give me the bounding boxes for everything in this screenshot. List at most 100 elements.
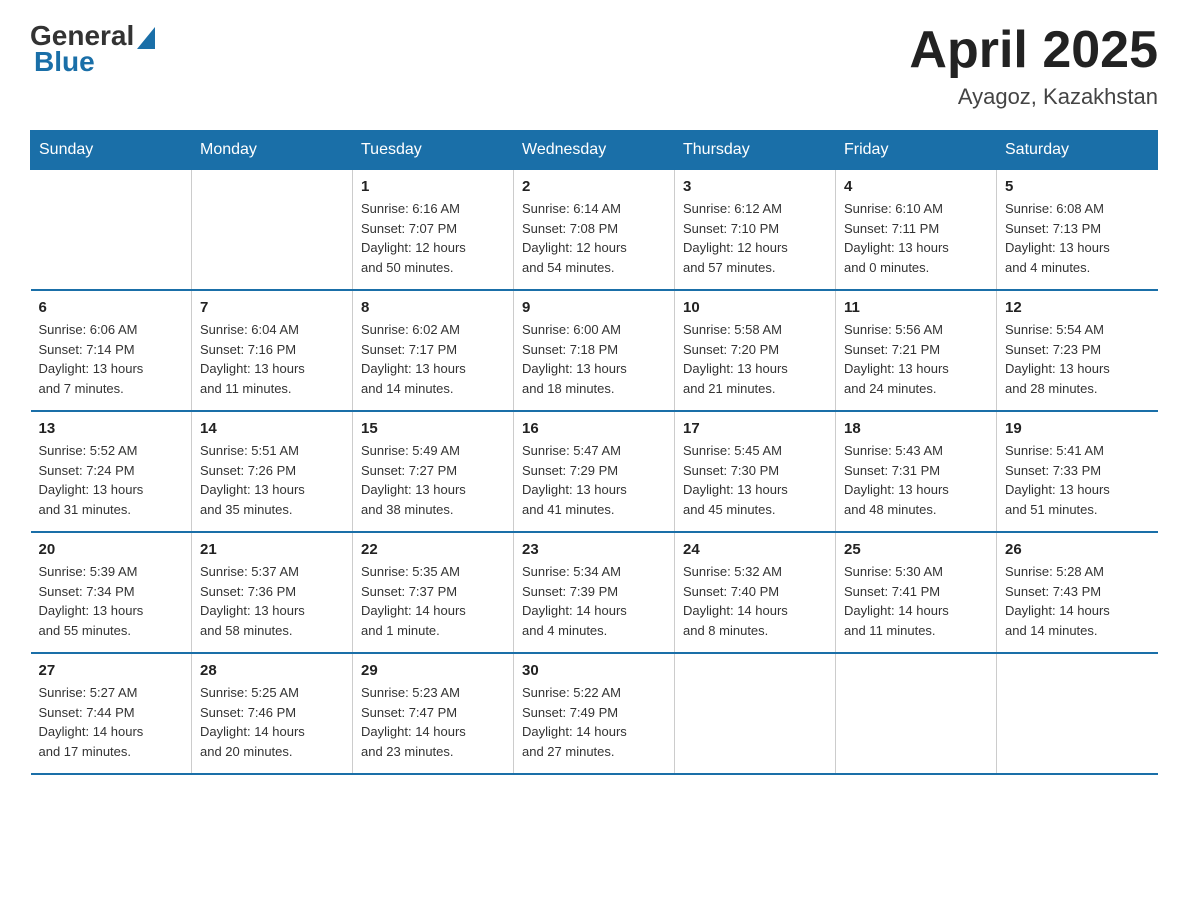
title-block: April 2025 Ayagoz, Kazakhstan <box>909 20 1158 110</box>
day-number: 4 <box>844 178 988 195</box>
day-info: Sunrise: 6:08 AM Sunset: 7:13 PM Dayligh… <box>1005 199 1150 277</box>
calendar-cell <box>192 170 353 291</box>
calendar-cell: 1 Sunrise: 6:16 AM Sunset: 7:07 PM Daylig… <box>353 170 514 291</box>
day-number: 2 <box>522 178 666 195</box>
day-info: Sunrise: 5:54 AM Sunset: 7:23 PM Dayligh… <box>1005 320 1150 398</box>
calendar-week-row: 27 Sunrise: 5:27 AM Sunset: 7:44 PM Dayli… <box>31 653 1158 774</box>
day-info: Sunrise: 5:45 AM Sunset: 7:30 PM Dayligh… <box>683 441 827 519</box>
page-header: General Blue April 2025 Ayagoz, Kazakhst… <box>30 20 1158 110</box>
calendar-cell: 5Sunrise: 6:08 AM Sunset: 7:13 PM Daylig… <box>997 170 1158 291</box>
day-number: 7 <box>200 299 344 316</box>
calendar-cell: 26 Sunrise: 5:28 AM Sunset: 7:43 PM Dayli… <box>997 532 1158 653</box>
calendar-cell: 7 Sunrise: 6:04 AM Sunset: 7:16 PM Daylig… <box>192 290 353 411</box>
calendar-cell: 6 Sunrise: 6:06 AM Sunset: 7:14 PM Daylig… <box>31 290 192 411</box>
day-number: 10 <box>683 299 827 316</box>
day-number: 13 <box>39 420 184 437</box>
day-number: 18 <box>844 420 988 437</box>
day-number: 23 <box>522 541 666 558</box>
calendar-cell: 27 Sunrise: 5:27 AM Sunset: 7:44 PM Dayli… <box>31 653 192 774</box>
logo-blue-text: Blue <box>34 46 95 78</box>
calendar-cell: 25 Sunrise: 5:30 AM Sunset: 7:41 PM Dayli… <box>836 532 997 653</box>
day-info: Sunrise: 5:22 AM Sunset: 7:49 PM Dayligh… <box>522 683 666 761</box>
day-info: Sunrise: 5:51 AM Sunset: 7:26 PM Dayligh… <box>200 441 344 519</box>
day-number: 22 <box>361 541 505 558</box>
calendar-table: SundayMondayTuesdayWednesdayThursdayFrid… <box>30 130 1158 775</box>
calendar-cell <box>836 653 997 774</box>
day-of-week-header: Friday <box>836 131 997 170</box>
day-number: 6 <box>39 299 184 316</box>
calendar-cell <box>31 170 192 291</box>
day-of-week-header: Wednesday <box>514 131 675 170</box>
day-info: Sunrise: 6:02 AM Sunset: 7:17 PM Dayligh… <box>361 320 505 398</box>
calendar-cell: 24Sunrise: 5:32 AM Sunset: 7:40 PM Dayli… <box>675 532 836 653</box>
calendar-week-row: 6 Sunrise: 6:06 AM Sunset: 7:14 PM Daylig… <box>31 290 1158 411</box>
calendar-week-row: 13 Sunrise: 5:52 AM Sunset: 7:24 PM Dayli… <box>31 411 1158 532</box>
day-info: Sunrise: 6:16 AM Sunset: 7:07 PM Dayligh… <box>361 199 505 277</box>
day-number: 1 <box>361 178 505 195</box>
day-info: Sunrise: 5:41 AM Sunset: 7:33 PM Dayligh… <box>1005 441 1150 519</box>
calendar-cell: 19 Sunrise: 5:41 AM Sunset: 7:33 PM Dayli… <box>997 411 1158 532</box>
day-number: 12 <box>1005 299 1150 316</box>
calendar-cell: 3 Sunrise: 6:12 AM Sunset: 7:10 PM Daylig… <box>675 170 836 291</box>
calendar-cell: 22 Sunrise: 5:35 AM Sunset: 7:37 PM Dayli… <box>353 532 514 653</box>
day-number: 3 <box>683 178 827 195</box>
logo: General Blue <box>30 20 157 78</box>
day-of-week-header: Thursday <box>675 131 836 170</box>
day-info: Sunrise: 5:27 AM Sunset: 7:44 PM Dayligh… <box>39 683 184 761</box>
day-info: Sunrise: 5:30 AM Sunset: 7:41 PM Dayligh… <box>844 562 988 640</box>
day-of-week-header: Sunday <box>31 131 192 170</box>
day-number: 30 <box>522 662 666 679</box>
day-number: 19 <box>1005 420 1150 437</box>
day-number: 17 <box>683 420 827 437</box>
day-number: 21 <box>200 541 344 558</box>
calendar-cell: 12 Sunrise: 5:54 AM Sunset: 7:23 PM Dayli… <box>997 290 1158 411</box>
day-info: Sunrise: 5:28 AM Sunset: 7:43 PM Dayligh… <box>1005 562 1150 640</box>
calendar-cell: 18 Sunrise: 5:43 AM Sunset: 7:31 PM Dayli… <box>836 411 997 532</box>
calendar-cell <box>675 653 836 774</box>
day-info: Sunrise: 6:00 AM Sunset: 7:18 PM Dayligh… <box>522 320 666 398</box>
day-info: Sunrise: 6:06 AM Sunset: 7:14 PM Dayligh… <box>39 320 184 398</box>
day-info: Sunrise: 6:10 AM Sunset: 7:11 PM Dayligh… <box>844 199 988 277</box>
day-number: 26 <box>1005 541 1150 558</box>
day-info: Sunrise: 5:37 AM Sunset: 7:36 PM Dayligh… <box>200 562 344 640</box>
calendar-cell: 8 Sunrise: 6:02 AM Sunset: 7:17 PM Daylig… <box>353 290 514 411</box>
day-number: 20 <box>39 541 184 558</box>
day-number: 15 <box>361 420 505 437</box>
day-info: Sunrise: 5:47 AM Sunset: 7:29 PM Dayligh… <box>522 441 666 519</box>
calendar-cell: 21 Sunrise: 5:37 AM Sunset: 7:36 PM Dayli… <box>192 532 353 653</box>
day-info: Sunrise: 5:49 AM Sunset: 7:27 PM Dayligh… <box>361 441 505 519</box>
calendar-header-row: SundayMondayTuesdayWednesdayThursdayFrid… <box>31 131 1158 170</box>
day-number: 24 <box>683 541 827 558</box>
day-info: Sunrise: 6:04 AM Sunset: 7:16 PM Dayligh… <box>200 320 344 398</box>
day-info: Sunrise: 6:12 AM Sunset: 7:10 PM Dayligh… <box>683 199 827 277</box>
day-number: 11 <box>844 299 988 316</box>
day-of-week-header: Monday <box>192 131 353 170</box>
calendar-cell: 28Sunrise: 5:25 AM Sunset: 7:46 PM Dayli… <box>192 653 353 774</box>
calendar-cell: 16Sunrise: 5:47 AM Sunset: 7:29 PM Dayli… <box>514 411 675 532</box>
day-number: 8 <box>361 299 505 316</box>
day-number: 27 <box>39 662 184 679</box>
calendar-cell: 13 Sunrise: 5:52 AM Sunset: 7:24 PM Dayli… <box>31 411 192 532</box>
calendar-week-row: 1 Sunrise: 6:16 AM Sunset: 7:07 PM Daylig… <box>31 170 1158 291</box>
calendar-cell: 15 Sunrise: 5:49 AM Sunset: 7:27 PM Dayli… <box>353 411 514 532</box>
day-of-week-header: Tuesday <box>353 131 514 170</box>
day-info: Sunrise: 5:35 AM Sunset: 7:37 PM Dayligh… <box>361 562 505 640</box>
calendar-cell: 11 Sunrise: 5:56 AM Sunset: 7:21 PM Dayli… <box>836 290 997 411</box>
day-info: Sunrise: 5:56 AM Sunset: 7:21 PM Dayligh… <box>844 320 988 398</box>
day-info: Sunrise: 5:52 AM Sunset: 7:24 PM Dayligh… <box>39 441 184 519</box>
calendar-cell: 17 Sunrise: 5:45 AM Sunset: 7:30 PM Dayli… <box>675 411 836 532</box>
calendar-cell: 10Sunrise: 5:58 AM Sunset: 7:20 PM Dayli… <box>675 290 836 411</box>
calendar-cell: 29Sunrise: 5:23 AM Sunset: 7:47 PM Dayli… <box>353 653 514 774</box>
calendar-cell: 9Sunrise: 6:00 AM Sunset: 7:18 PM Daylig… <box>514 290 675 411</box>
day-info: Sunrise: 5:25 AM Sunset: 7:46 PM Dayligh… <box>200 683 344 761</box>
day-info: Sunrise: 5:43 AM Sunset: 7:31 PM Dayligh… <box>844 441 988 519</box>
day-number: 14 <box>200 420 344 437</box>
day-number: 25 <box>844 541 988 558</box>
calendar-cell: 14 Sunrise: 5:51 AM Sunset: 7:26 PM Dayli… <box>192 411 353 532</box>
calendar-cell: 4 Sunrise: 6:10 AM Sunset: 7:11 PM Daylig… <box>836 170 997 291</box>
calendar-cell: 23Sunrise: 5:34 AM Sunset: 7:39 PM Dayli… <box>514 532 675 653</box>
calendar-cell: 2Sunrise: 6:14 AM Sunset: 7:08 PM Daylig… <box>514 170 675 291</box>
day-info: Sunrise: 5:39 AM Sunset: 7:34 PM Dayligh… <box>39 562 184 640</box>
calendar-cell: 30 Sunrise: 5:22 AM Sunset: 7:49 PM Dayli… <box>514 653 675 774</box>
logo-triangle-icon <box>137 27 155 49</box>
